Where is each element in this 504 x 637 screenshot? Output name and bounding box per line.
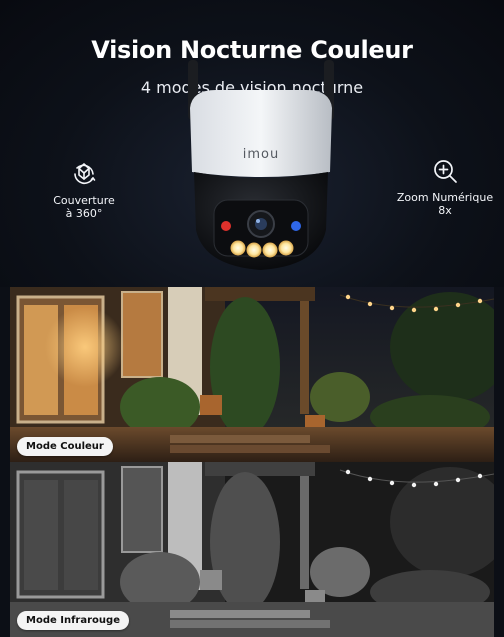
feature-label-line2: à 360° bbox=[65, 207, 103, 220]
window-pane bbox=[24, 480, 58, 590]
flower-pot bbox=[200, 395, 222, 415]
spotlight-led bbox=[262, 242, 278, 258]
feature-label-line2: 8x bbox=[438, 204, 452, 217]
step bbox=[170, 620, 330, 628]
product-banner: Vision Nocturne Couleur 4 modes de visio… bbox=[0, 0, 504, 637]
tree-foliage bbox=[210, 472, 280, 612]
lens-glint bbox=[256, 219, 260, 223]
porch-post bbox=[300, 474, 309, 589]
camera-top-cap bbox=[190, 90, 332, 177]
feature-360-coverage: Couverture à 360° bbox=[40, 160, 128, 220]
blue-indicator bbox=[291, 221, 301, 231]
mode-label-infrared: Mode Infrarouge bbox=[17, 611, 129, 630]
flower-pot bbox=[200, 570, 222, 590]
shrub bbox=[310, 547, 370, 597]
color-night-scene bbox=[10, 287, 494, 462]
feature-label-line1: Zoom Numérique bbox=[396, 191, 494, 204]
spotlight-led bbox=[230, 240, 246, 256]
step bbox=[170, 445, 330, 453]
porch-roof bbox=[205, 287, 315, 301]
tree-foliage bbox=[210, 297, 280, 437]
spotlight-led bbox=[246, 242, 262, 258]
camera-brand-logo: imou bbox=[243, 147, 279, 162]
step bbox=[170, 610, 310, 618]
window-frame bbox=[121, 466, 163, 553]
spotlight-led bbox=[278, 240, 294, 256]
feature-digital-zoom: Zoom Numérique 8x bbox=[388, 157, 502, 217]
window-pane bbox=[64, 480, 98, 590]
window-frame bbox=[121, 291, 163, 378]
rotate-360-icon bbox=[74, 163, 96, 185]
zoom-in-icon bbox=[434, 160, 457, 183]
color-mode-photo bbox=[10, 287, 494, 462]
red-indicator bbox=[221, 221, 231, 231]
camera-illustration: imou bbox=[188, 60, 334, 270]
porch-post bbox=[300, 299, 309, 414]
feature-label-line1: Couverture bbox=[53, 194, 115, 207]
shrub bbox=[310, 372, 370, 422]
mode-label-color: Mode Couleur bbox=[17, 437, 113, 456]
porch-roof bbox=[205, 462, 315, 476]
lamp-glow bbox=[45, 307, 125, 387]
hero-section: Vision Nocturne Couleur 4 modes de visio… bbox=[0, 0, 504, 287]
step bbox=[170, 435, 310, 443]
